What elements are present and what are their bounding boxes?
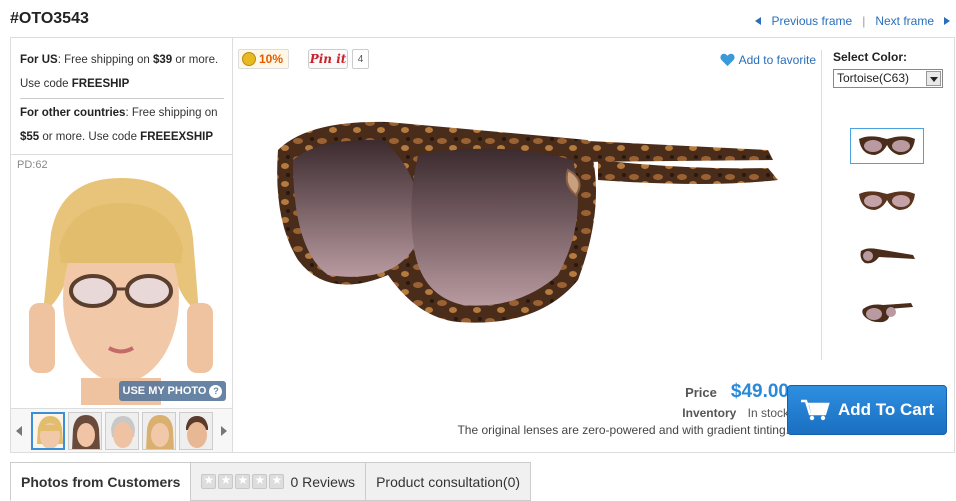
discount-badge: 10% xyxy=(238,49,289,69)
lens-note: The original lenses are zero-powered and… xyxy=(457,423,789,437)
heart-icon xyxy=(719,53,735,67)
inventory-row: Inventory In stock xyxy=(457,406,789,420)
star-icon xyxy=(252,473,268,489)
color-swatch-front-2[interactable] xyxy=(850,183,924,219)
favorite-label: Add to favorite xyxy=(738,53,816,67)
try-on-face-image xyxy=(21,173,221,405)
inventory-value: In stock xyxy=(747,406,789,420)
left-column: For US: Free shipping on $39 or more. Us… xyxy=(11,38,233,452)
sunglasses-main-image xyxy=(277,121,778,323)
price-row: Price $49.00 xyxy=(457,381,789,403)
shipping-us: For US: Free shipping on $39 or more. Us… xyxy=(20,54,219,90)
arrow-left-icon xyxy=(755,17,762,25)
star-icon xyxy=(218,473,234,489)
star-icon xyxy=(235,473,251,489)
color-select-value: Tortoise(C63) xyxy=(837,71,910,85)
main-image-area: 10% Pin it 4 Add to favorite Price $49.0… xyxy=(233,38,821,452)
rating-stars xyxy=(201,473,285,489)
coin-icon xyxy=(242,52,256,66)
inventory-label: Inventory xyxy=(682,406,737,420)
use-my-photo-label: USE MY PHOTO xyxy=(122,385,207,397)
add-to-favorite-link[interactable]: Add to favorite xyxy=(719,53,816,67)
discount-value: 10% xyxy=(259,52,284,66)
select-color-label: Select Color: xyxy=(833,50,908,64)
tab-photos-from-customers[interactable]: Photos from Customers xyxy=(10,462,191,501)
arrow-right-icon xyxy=(944,17,950,25)
product-sku: #OTO3543 xyxy=(10,10,89,27)
product-tabs: Photos from Customers 0 Reviews Product … xyxy=(10,462,532,501)
cart-icon xyxy=(800,399,830,421)
next-frame-link[interactable]: Next frame xyxy=(875,14,934,28)
thumbs-prev-icon[interactable] xyxy=(16,426,22,436)
pinit-button[interactable]: Pin it xyxy=(308,49,348,69)
price-label: Price xyxy=(685,385,717,400)
color-swatch-angle[interactable] xyxy=(850,294,924,330)
color-swatch-side[interactable] xyxy=(850,238,924,274)
thumbs-next-icon[interactable] xyxy=(221,426,227,436)
chevron-down-icon[interactable] xyxy=(926,71,941,86)
color-select[interactable]: Tortoise(C63) xyxy=(833,69,943,88)
column-divider xyxy=(821,50,822,360)
model-thumb-3[interactable] xyxy=(105,412,139,450)
shipping-info: For US: Free shipping on $39 or more. Us… xyxy=(11,38,232,149)
help-icon[interactable]: ? xyxy=(209,384,223,398)
color-swatch-front[interactable] xyxy=(850,128,924,164)
reviews-count: 0 Reviews xyxy=(290,473,356,490)
model-thumb-2[interactable] xyxy=(68,412,102,450)
price-value: $49.00 xyxy=(730,381,789,402)
use-my-photo-button[interactable]: USE MY PHOTO ? xyxy=(119,381,226,401)
model-thumbnails xyxy=(11,408,232,452)
tab-reviews[interactable]: 0 Reviews xyxy=(190,462,366,501)
pin-count: 4 xyxy=(352,49,369,69)
nav-separator: | xyxy=(862,14,866,28)
pd-value: PD:62 xyxy=(17,159,48,171)
previous-frame-link[interactable]: Previous frame xyxy=(771,14,852,28)
star-icon xyxy=(269,473,285,489)
star-icon xyxy=(201,473,217,489)
add-to-cart-button[interactable]: Add To Cart xyxy=(787,385,947,435)
model-thumb-1[interactable] xyxy=(31,412,65,450)
tab-product-consultation[interactable]: Product consultation(0) xyxy=(365,462,532,501)
shipping-divider xyxy=(20,98,224,99)
price-area: Price $49.00 Inventory In stock The orig… xyxy=(457,381,789,437)
model-thumb-4[interactable] xyxy=(142,412,176,450)
model-thumb-5[interactable] xyxy=(179,412,213,450)
page-header: #OTO3543 Previous frame | Next frame xyxy=(10,8,950,30)
product-panel: For US: Free shipping on $39 or more. Us… xyxy=(10,37,955,453)
section-divider xyxy=(11,154,232,155)
frame-navigation: Previous frame | Next frame xyxy=(755,14,950,28)
add-to-cart-label: Add To Cart xyxy=(837,400,934,419)
shipping-other: For other countries: Free shipping on $5… xyxy=(20,107,218,143)
